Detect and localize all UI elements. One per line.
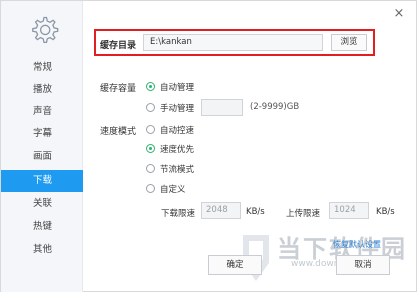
speed-custom-radio[interactable] <box>146 184 155 193</box>
sidebar-item-other[interactable]: 其他 <box>1 239 83 261</box>
cache-manual-radio[interactable] <box>146 103 155 112</box>
cache-auto-label[interactable]: 自动管理 <box>160 81 194 93</box>
restore-defaults-link[interactable]: 恢复默认设置 <box>333 239 381 250</box>
close-icon[interactable]: × <box>392 7 406 21</box>
cache-auto-radio[interactable] <box>146 82 155 91</box>
settings-sidebar: 常规 播放 声音 字幕 画面 下载 关联 热键 其他 <box>1 1 83 292</box>
speed-auto-radio[interactable] <box>146 125 155 134</box>
upload-limit-input[interactable]: 1024 <box>329 202 369 219</box>
cache-size-label: 缓存容量 <box>100 84 137 94</box>
sidebar-item-picture[interactable]: 画面 <box>1 146 83 168</box>
sidebar-item-general[interactable]: 常规 <box>1 57 83 79</box>
download-limit-unit: KB/s <box>246 207 265 217</box>
upload-limit-unit: KB/s <box>376 207 395 217</box>
download-limit-label: 下载限速 <box>161 209 196 219</box>
cache-dir-label: 缓存目录 <box>100 41 137 51</box>
speed-option-auto[interactable]: 自动控速 <box>160 124 194 136</box>
gear-icon <box>32 16 59 44</box>
upload-limit-label: 上传限速 <box>286 209 321 219</box>
browse-button[interactable]: 浏览 <box>331 34 367 51</box>
speed-priority-radio[interactable] <box>146 144 155 153</box>
cache-dir-input[interactable]: E:\kankan <box>143 34 323 51</box>
cache-size-range: (2-9999)GB <box>250 102 300 112</box>
sidebar-item-subtitle[interactable]: 字幕 <box>1 123 83 145</box>
speed-saving-radio[interactable] <box>146 164 155 173</box>
cache-size-input[interactable] <box>201 99 243 116</box>
speed-option-custom[interactable]: 自定义 <box>160 183 186 195</box>
sidebar-item-playback[interactable]: 播放 <box>1 79 83 101</box>
sidebar-item-hotkeys[interactable]: 热键 <box>1 216 83 238</box>
speed-mode-label: 速度模式 <box>100 127 137 137</box>
cancel-button[interactable]: 取消 <box>336 255 390 275</box>
speed-option-saving[interactable]: 节流模式 <box>160 163 194 175</box>
sidebar-item-sound[interactable]: 声音 <box>1 101 83 123</box>
settings-window: 常规 播放 声音 字幕 画面 下载 关联 热键 其他 × 缓存目录 E:\kan… <box>0 0 417 292</box>
sidebar-item-download[interactable]: 下载 <box>1 170 83 192</box>
download-limit-input[interactable]: 2048 <box>201 202 241 219</box>
sidebar-item-association[interactable]: 关联 <box>1 193 83 215</box>
ok-button[interactable]: 确定 <box>208 255 262 275</box>
speed-option-priority[interactable]: 速度优先 <box>160 143 194 155</box>
cache-manual-label[interactable]: 手动管理 <box>160 102 194 114</box>
